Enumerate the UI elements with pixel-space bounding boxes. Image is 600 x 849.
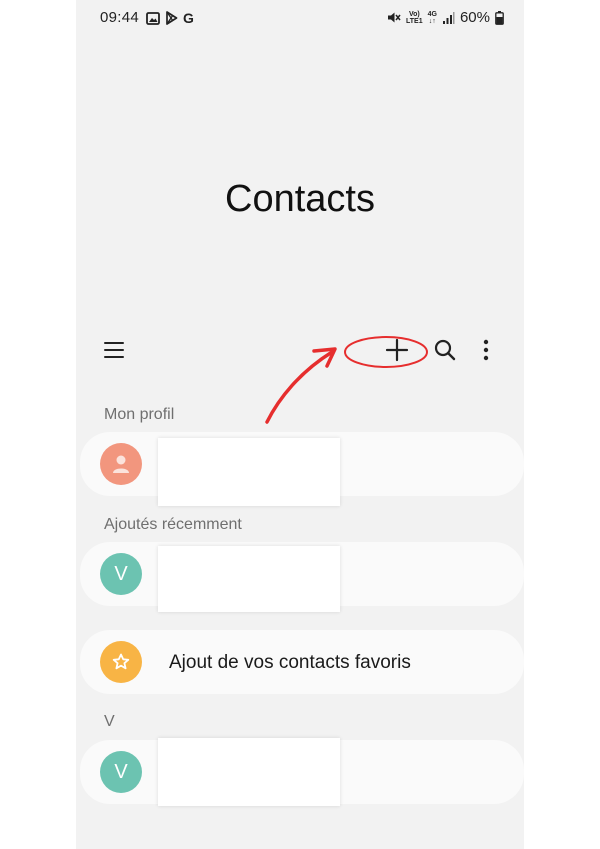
phone-screen: 09:44 G Vo) LTE1 4G ↓↑ 60% Contacts Mon … <box>76 0 524 849</box>
annotation-circle <box>344 336 428 368</box>
annotation-overlay <box>265 336 428 424</box>
annotation-arrow <box>265 350 334 424</box>
